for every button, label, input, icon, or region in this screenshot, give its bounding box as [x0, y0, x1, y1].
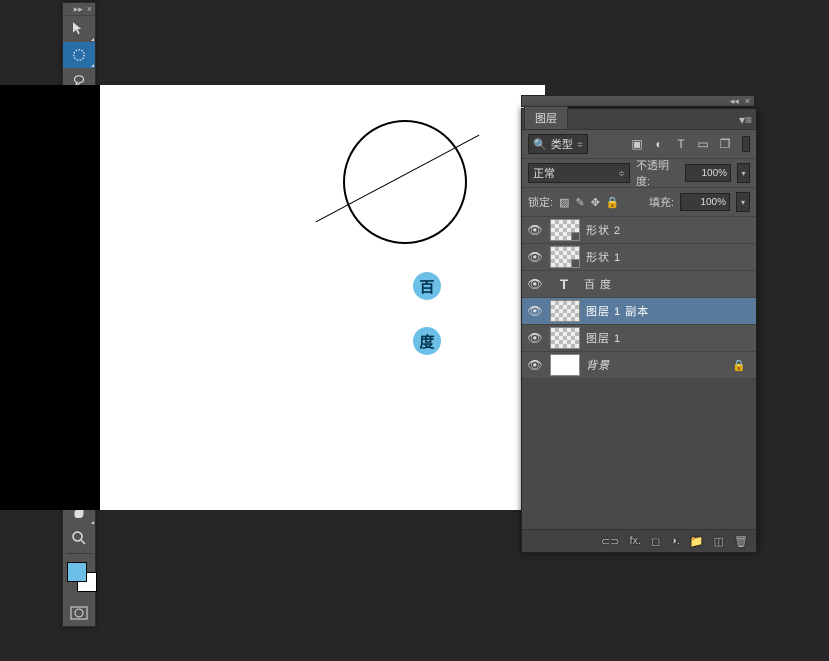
text-layer-icon: T: [550, 274, 578, 294]
close-icon[interactable]: ×: [87, 5, 92, 14]
color-swatches[interactable]: [63, 556, 95, 602]
layer-thumb[interactable]: [550, 246, 580, 268]
panel-tabs: 图层 ▾≡: [522, 109, 756, 130]
quick-mask-toggle[interactable]: [63, 602, 95, 626]
dropdown-arrow-icon: ≑: [577, 140, 584, 149]
document-canvas[interactable]: 百 度: [100, 85, 545, 510]
layer-thumb[interactable]: [550, 300, 580, 322]
layers-empty-area: [522, 379, 756, 529]
layer-row[interactable]: 👁 图层 1: [522, 325, 756, 352]
fill-input[interactable]: 100%: [680, 193, 730, 211]
lock-all-icon[interactable]: 🔒: [606, 196, 620, 209]
visibility-icon[interactable]: 👁: [526, 331, 544, 345]
fill-arrow[interactable]: ▾: [736, 192, 750, 212]
layer-row[interactable]: 👁 形状 2: [522, 217, 756, 244]
dropdown-arrow-icon: ≑: [618, 169, 625, 178]
layer-name: 图层 1: [586, 330, 621, 346]
marquee-tool[interactable]: [63, 42, 95, 68]
blend-mode-dropdown[interactable]: 正常 ≑: [528, 163, 630, 183]
lock-label: 锁定:: [528, 194, 553, 210]
move-tool[interactable]: [63, 16, 95, 42]
link-layers-icon[interactable]: ⊂⊃: [601, 535, 619, 548]
filter-row: 🔍 类型 ≑ ▣ ◐ T ▭ ❐: [522, 130, 756, 159]
circle-shape: [343, 120, 467, 244]
fx-icon[interactable]: fx.: [629, 535, 641, 547]
toolbar-header[interactable]: ▸▸ ×: [63, 3, 95, 16]
layers-tab[interactable]: 图层: [524, 106, 568, 129]
layer-thumb[interactable]: [550, 354, 580, 376]
lock-row: 锁定: ▨ ✎ ✥ 🔒 填充: 100% ▾: [522, 188, 756, 217]
text-badge-1: 百: [413, 272, 441, 300]
filter-text-icon[interactable]: T: [674, 137, 688, 151]
panel-footer: ⊂⊃ fx. ◻ ◑. 📁 ◫ 🗑: [522, 529, 756, 552]
new-group-icon[interactable]: 📁: [690, 535, 704, 548]
search-icon: 🔍: [533, 138, 547, 151]
layer-row[interactable]: 👁 图层 1 副本: [522, 298, 756, 325]
text-badge-2: 度: [413, 327, 441, 355]
filter-label: 类型: [551, 136, 573, 152]
filter-pixel-icon[interactable]: ▣: [630, 137, 644, 151]
layer-name: 形状 2: [586, 222, 621, 238]
layers-panel: 图层 ▾≡ 🔍 类型 ≑ ▣ ◐ T ▭ ❐ 正常 ≑ 不透明度: 100% ▾…: [521, 108, 757, 553]
layer-row[interactable]: 👁 T 百 度: [522, 271, 756, 298]
layer-name: 图层 1 副本: [586, 303, 649, 319]
layer-name: 背景: [586, 357, 610, 373]
filter-smart-icon[interactable]: ❐: [718, 137, 732, 151]
lock-transparent-icon[interactable]: ▨: [559, 196, 569, 209]
layer-row[interactable]: 👁 形状 1: [522, 244, 756, 271]
layer-thumb[interactable]: [550, 327, 580, 349]
filter-type-dropdown[interactable]: 🔍 类型 ≑: [528, 134, 588, 154]
mask-icon[interactable]: ◻: [651, 535, 660, 548]
lock-icon: 🔒: [732, 359, 752, 372]
delete-icon[interactable]: 🗑: [734, 535, 748, 548]
new-layer-icon[interactable]: ◫: [714, 535, 724, 548]
visibility-icon[interactable]: 👁: [526, 250, 544, 264]
adjustment-icon[interactable]: ◑.: [670, 535, 680, 547]
opacity-input[interactable]: 100%: [685, 164, 731, 182]
filter-shape-icon[interactable]: ▭: [696, 137, 710, 151]
blend-mode-value: 正常: [533, 165, 555, 181]
layer-name: 形状 1: [586, 249, 621, 265]
layers-list: 👁 形状 2 👁 形状 1 👁 T 百 度 👁 图层 1 副本 👁 图层 1 👁: [522, 217, 756, 379]
collapse-icon[interactable]: ▸▸: [74, 5, 83, 14]
layer-thumb[interactable]: [550, 219, 580, 241]
lock-pixels-icon[interactable]: ✎: [575, 196, 584, 209]
close-icon[interactable]: ×: [745, 96, 750, 106]
opacity-arrow[interactable]: ▾: [737, 163, 750, 183]
visibility-icon[interactable]: 👁: [526, 223, 544, 237]
layer-row[interactable]: 👁 背景 🔒: [522, 352, 756, 379]
visibility-icon[interactable]: 👁: [526, 358, 544, 372]
panel-menu-icon[interactable]: ▾≡: [739, 113, 752, 127]
filter-toggle[interactable]: [742, 136, 750, 152]
opacity-label: 不透明度:: [636, 157, 679, 189]
collapse-icon[interactable]: ◂◂: [730, 96, 739, 107]
visibility-icon[interactable]: 👁: [526, 304, 544, 318]
zoom-tool[interactable]: [63, 525, 95, 551]
lock-position-icon[interactable]: ✥: [591, 196, 600, 209]
visibility-icon[interactable]: 👁: [526, 277, 544, 291]
fill-label: 填充:: [649, 194, 674, 210]
foreground-color[interactable]: [67, 562, 87, 582]
layer-name: 百 度: [584, 276, 612, 292]
blend-row: 正常 ≑ 不透明度: 100% ▾: [522, 159, 756, 188]
filter-adjust-icon[interactable]: ◐: [652, 137, 666, 151]
